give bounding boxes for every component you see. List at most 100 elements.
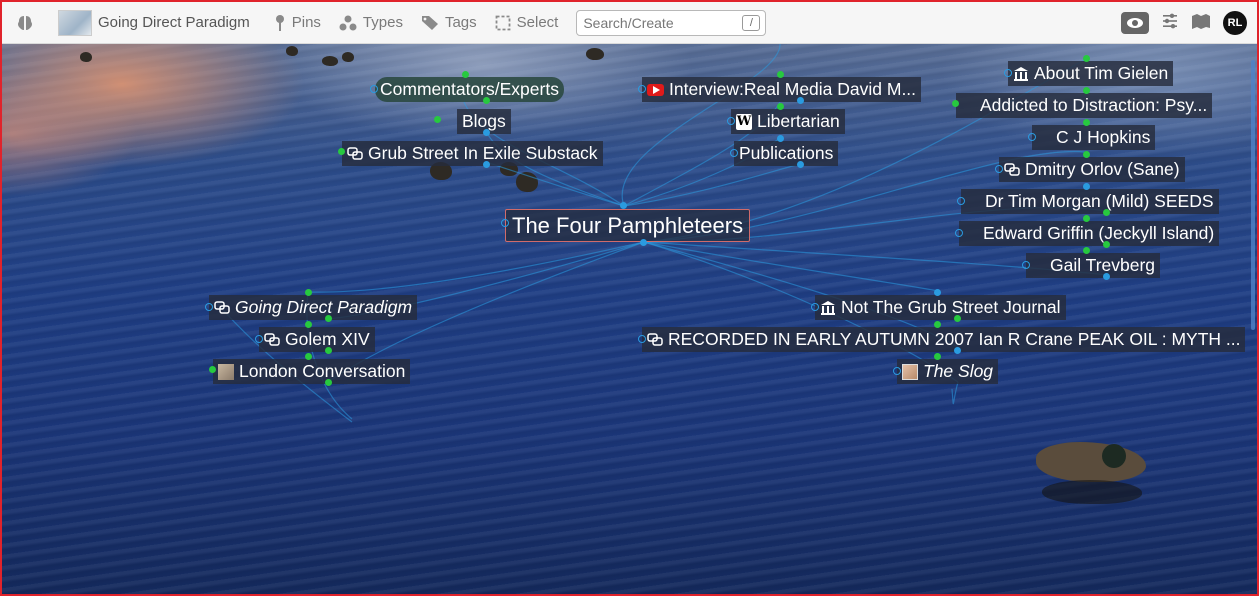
brain-icon[interactable]	[16, 14, 34, 32]
graph-node[interactable]: Publications	[734, 141, 839, 166]
node-handle[interactable]	[777, 103, 784, 110]
node-handle[interactable]	[483, 161, 490, 168]
node-port[interactable]	[1004, 69, 1012, 77]
node-handle[interactable]	[1083, 215, 1090, 222]
node-port[interactable]	[255, 335, 263, 343]
node-port[interactable]	[955, 229, 963, 237]
node-port[interactable]	[957, 197, 965, 205]
node-label: About Tim Gielen	[1034, 63, 1169, 83]
node-handle[interactable]	[1083, 247, 1090, 254]
node-handle[interactable]	[934, 353, 941, 360]
app-frame: Going Direct Paradigm Pins Types Tags Se…	[0, 0, 1259, 596]
node-handle[interactable]	[797, 161, 804, 168]
types-button[interactable]: Types	[339, 14, 403, 31]
graph-node[interactable]: W Libertarian	[731, 109, 845, 134]
tags-button[interactable]: Tags	[421, 14, 477, 31]
node-handle[interactable]	[640, 239, 647, 246]
tag-icon	[421, 15, 438, 30]
node-handle[interactable]	[777, 135, 784, 142]
node-handle[interactable]	[1083, 87, 1090, 94]
select-label: Select	[516, 14, 559, 31]
node-handle[interactable]	[483, 97, 490, 104]
graph-node[interactable]: Addicted to Distraction: Psy...	[956, 93, 1213, 118]
select-icon	[495, 15, 511, 30]
node-handle[interactable]	[305, 321, 312, 328]
graph-node[interactable]: Golem XIV	[259, 327, 375, 352]
node-handle[interactable]	[1083, 119, 1090, 126]
graph-node[interactable]: Dmitry Orlov (Sane)	[999, 157, 1185, 182]
graph-node[interactable]: Going Direct Paradigm	[209, 295, 418, 320]
node-handle[interactable]	[1103, 241, 1110, 248]
node-handle[interactable]	[209, 366, 216, 373]
node-port[interactable]	[638, 85, 646, 93]
node-port[interactable]	[893, 367, 901, 375]
graph-node[interactable]: Gail Trevberg	[1026, 253, 1161, 278]
graph-node[interactable]: London Conversation	[213, 359, 411, 384]
node-handle[interactable]	[1103, 273, 1110, 280]
search-placeholder: Search/Create	[583, 14, 674, 31]
graph-node[interactable]: About Tim Gielen	[1008, 61, 1174, 86]
node-port[interactable]	[370, 85, 378, 93]
search-shortcut-key: /	[742, 14, 761, 31]
graph-node[interactable]: Dr Tim Morgan (Mild) SEEDS	[961, 189, 1219, 214]
node-port[interactable]	[638, 335, 646, 343]
graph-node[interactable]: C J Hopkins	[1032, 125, 1156, 150]
graph-node[interactable]: Not The Grub Street Journal	[815, 295, 1066, 320]
node-port[interactable]	[811, 303, 819, 311]
avatar[interactable]: RL	[1223, 10, 1247, 35]
node-handle[interactable]	[325, 315, 332, 322]
node-handle[interactable]	[305, 289, 312, 296]
node-handle[interactable]	[338, 148, 345, 155]
node-port[interactable]	[727, 117, 735, 125]
node-handle[interactable]	[954, 315, 961, 322]
sliders-icon[interactable]	[1161, 12, 1179, 34]
node-handle[interactable]	[934, 321, 941, 328]
substack-icon	[347, 146, 363, 162]
node-handle[interactable]	[777, 71, 784, 78]
node-label: Edward Griffin (Jeckyll Island)	[983, 223, 1215, 243]
vertical-scrollbar[interactable]	[1251, 60, 1255, 330]
node-handle[interactable]	[797, 97, 804, 104]
node-handle[interactable]	[434, 116, 441, 123]
graph-node[interactable]: The Slog	[897, 359, 999, 384]
graph-node[interactable]: RECORDED IN EARLY AUTUMN 2007 Ian R Cran…	[642, 327, 1246, 352]
node-handle[interactable]	[462, 71, 469, 78]
pin-icon	[275, 14, 284, 31]
node-handle[interactable]	[325, 347, 332, 354]
node-port[interactable]	[1028, 133, 1036, 141]
graph-node[interactable]: Edward Griffin (Jeckyll Island)	[959, 221, 1220, 246]
map-icon[interactable]	[1191, 13, 1211, 33]
pins-label: Pins	[291, 14, 321, 31]
node-label: Interview:Real Media David M...	[669, 79, 917, 99]
graph-node-center[interactable]: The Four Pamphleteers	[505, 209, 751, 242]
node-handle[interactable]	[1083, 151, 1090, 158]
node-handle[interactable]	[305, 353, 312, 360]
graph-canvas[interactable]: The Four Pamphleteers Commentators/Exper…	[2, 44, 1257, 594]
graph-node[interactable]: Commentators/Experts	[375, 77, 564, 102]
node-port[interactable]	[730, 149, 738, 157]
view-toggle-button[interactable]	[1121, 11, 1149, 34]
search-input[interactable]: Search/Create /	[576, 9, 767, 36]
node-port[interactable]	[205, 303, 213, 311]
pins-button[interactable]: Pins	[274, 14, 321, 32]
select-button[interactable]: Select	[495, 14, 559, 31]
node-handle[interactable]	[1083, 55, 1090, 62]
toolbar: Going Direct Paradigm Pins Types Tags Se…	[2, 2, 1257, 44]
node-handle[interactable]	[934, 289, 941, 296]
node-port[interactable]	[995, 165, 1003, 173]
node-handle[interactable]	[952, 100, 959, 107]
node-handle[interactable]	[483, 129, 490, 136]
node-handle[interactable]	[620, 202, 627, 209]
node-port[interactable]	[1022, 261, 1030, 269]
node-port[interactable]	[501, 219, 509, 227]
node-handle[interactable]	[954, 347, 961, 354]
space-title[interactable]: Going Direct Paradigm	[98, 14, 250, 31]
node-label: Not The Grub Street Journal	[841, 297, 1061, 317]
node-handle[interactable]	[1103, 209, 1110, 216]
node-handle[interactable]	[325, 379, 332, 386]
graph-node[interactable]: Interview:Real Media David M...	[642, 77, 922, 102]
node-handle[interactable]	[1083, 183, 1090, 190]
graph-node[interactable]: Grub Street In Exile Substack	[342, 141, 603, 166]
space-thumbnail[interactable]	[58, 9, 92, 36]
image-thumbnail-icon	[218, 363, 234, 380]
